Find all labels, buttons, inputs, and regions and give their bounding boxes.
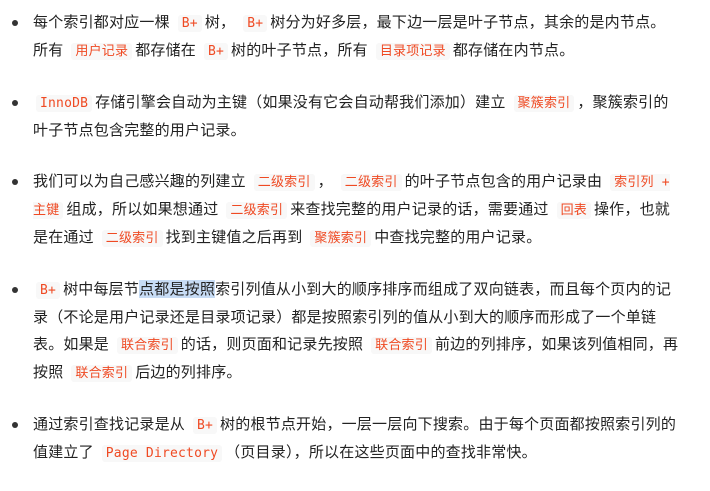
inline-code: 用户记录 [71, 43, 133, 60]
inline-code: 二级索引 [101, 230, 163, 247]
list-item: 每个索引都对应一棵 B+ 树， B+ 树分为好多层，最下边一层是叶子节点，其余的是内… [0, 9, 710, 65]
body-text: 都存储在内节点。 [452, 41, 575, 59]
document: 每个索引都对应一棵 B+ 树， B+ 树分为好多层，最下边一层是叶子节点，其余的是内… [0, 0, 710, 484]
body-text: 找到主键值之后再到 [165, 228, 308, 246]
inline-code: 回表 [556, 202, 591, 219]
body-text: 通过索引查找记录是从 [33, 415, 190, 433]
bullet-dot-icon [12, 422, 18, 428]
inline-code: 聚簇索引 [513, 95, 575, 112]
bullet-dot-icon [12, 287, 18, 293]
inline-code: InnoDB [36, 95, 93, 112]
body-text: 中查找完整的用户记录。 [374, 228, 542, 246]
body-text: 的叶子节点包含的用户记录由 [404, 172, 608, 190]
body-text: 都存储在 [135, 41, 201, 59]
list-item: B+ 树中每层节点都是按照索引列值从小到大的顺序排序而组成了双向链表，而且每个页内… [0, 276, 710, 387]
inline-code: B+ [203, 43, 229, 60]
selected-text: 点都是按照 [139, 280, 216, 298]
body-text: 来查找完整的用户记录的话，需要通过 [290, 200, 554, 218]
body-text: 树的叶子节点，所有 [231, 41, 373, 59]
body-text: 每个索引都对应一棵 [33, 13, 175, 31]
inline-code: Page Directory [101, 445, 223, 462]
inline-code: 联合索引 [71, 365, 133, 382]
inline-code: 目录项记录 [375, 43, 450, 60]
body-text: 树， [204, 13, 241, 31]
body-text: ， [317, 172, 338, 190]
inline-code: 聚簇索引 [310, 230, 372, 247]
list-item: InnoDB 存储引擎会自动为主键（如果没有它会自动帮我们添加）建立 聚簇索引 ，聚… [0, 89, 710, 144]
inline-code: 联合索引 [371, 337, 432, 354]
body-text: 树中每层节 [63, 280, 140, 298]
inline-code: 二级索引 [253, 174, 315, 191]
body-text: 我们可以为自己感兴趣的列建立 [33, 172, 251, 190]
body-text: 存储引擎会自动为主键（如果没有它会自动帮我们添加）建立 [95, 93, 511, 111]
bullet-list: 每个索引都对应一棵 B+ 树， B+ 树分为好多层，最下边一层是叶子节点，其余的是内… [0, 9, 710, 491]
body-text: 的话，则页面和记录先按照 [180, 335, 369, 353]
inline-code: B+ [36, 282, 61, 299]
bullet-dot-icon [12, 179, 18, 185]
inline-code: B+ [243, 15, 268, 32]
list-item: 通过索引查找记录是从 B+ 树的根节点开始，一层一层向下搜索。由于每个页面都按照索… [0, 411, 710, 467]
bullet-dot-icon [12, 100, 18, 106]
inline-code: 二级索引 [226, 202, 288, 219]
body-text: 后边的列排序。 [135, 363, 242, 381]
list-item: 我们可以为自己感兴趣的列建立 二级索引， 二级索引 的叶子节点包含的用户记录由 索… [0, 168, 710, 252]
inline-code: B+ [177, 15, 202, 32]
inline-code: 二级索引 [340, 174, 402, 191]
inline-code: B+ [192, 417, 218, 434]
inline-code: 联合索引 [116, 337, 178, 354]
body-text: 组成，所以如果想通过 [66, 200, 224, 218]
body-text: （页目录），所以在这些页面中的查找非常快。 [225, 443, 537, 461]
bullet-dot-icon [12, 20, 18, 26]
